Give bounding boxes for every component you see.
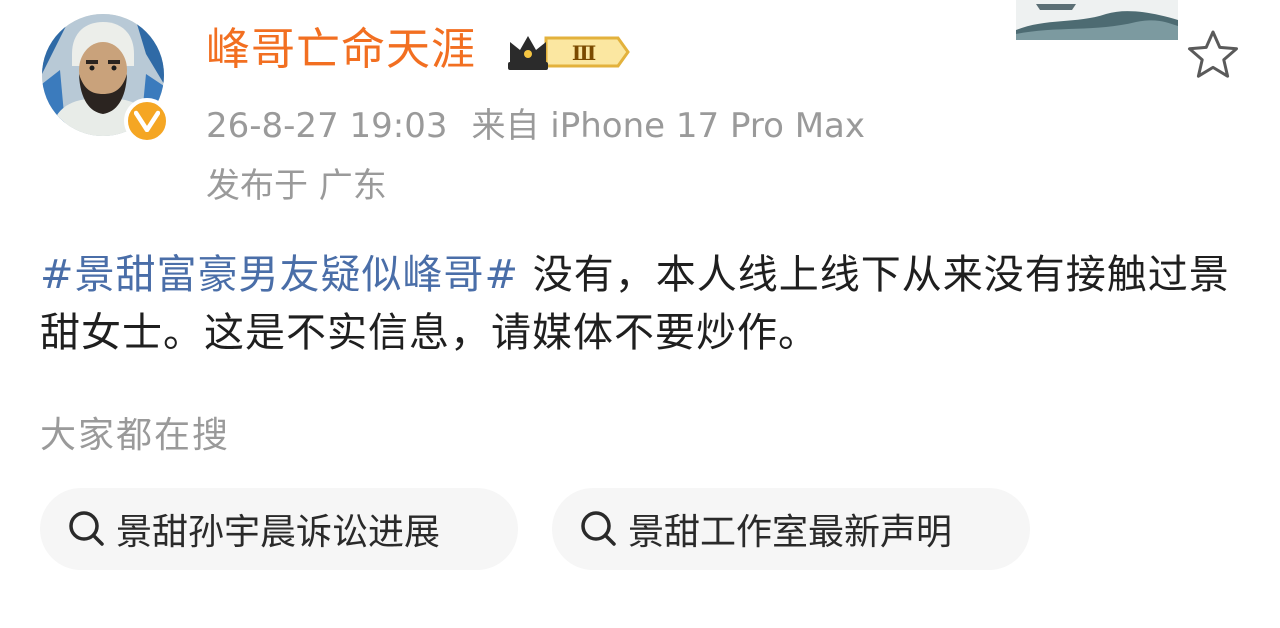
post-timestamp: 26-8-27 19:03 — [206, 106, 448, 146]
crown-icon — [508, 36, 548, 70]
cropped-image-fragment — [1016, 0, 1178, 40]
post-meta: 26-8-27 19:03 来自 iPhone 17 Pro Max — [206, 104, 865, 148]
author-name[interactable]: 峰哥亡命天涯 — [206, 22, 476, 78]
post-body: #景甜富豪男友疑似峰哥# 没有，本人线上线下从来没有接触过景甜女士。这是不实信息… — [40, 246, 1240, 362]
search-chip-label: 景甜孙宇晨诉讼进展 — [116, 512, 441, 553]
vip-badge[interactable]: Ⅲ — [506, 30, 630, 74]
hashtag-link[interactable]: #景甜富豪男友疑似峰哥# — [40, 252, 519, 298]
search-chip-label: 景甜工作室最新声明 — [628, 512, 953, 553]
star-outline-icon[interactable] — [1186, 28, 1240, 82]
search-icon — [69, 511, 104, 546]
post-source: 来自 iPhone 17 Pro Max — [471, 106, 866, 146]
verified-v-icon — [124, 98, 170, 144]
post-location: 发布于 广东 — [206, 166, 387, 206]
vip-level: Ⅲ — [572, 41, 596, 65]
related-search-heading: 大家都在搜 — [40, 415, 231, 456]
search-chip[interactable]: 景甜工作室最新声明 — [552, 488, 1030, 570]
search-icon — [581, 511, 616, 546]
search-chip[interactable]: 景甜孙宇晨诉讼进展 — [40, 488, 518, 570]
